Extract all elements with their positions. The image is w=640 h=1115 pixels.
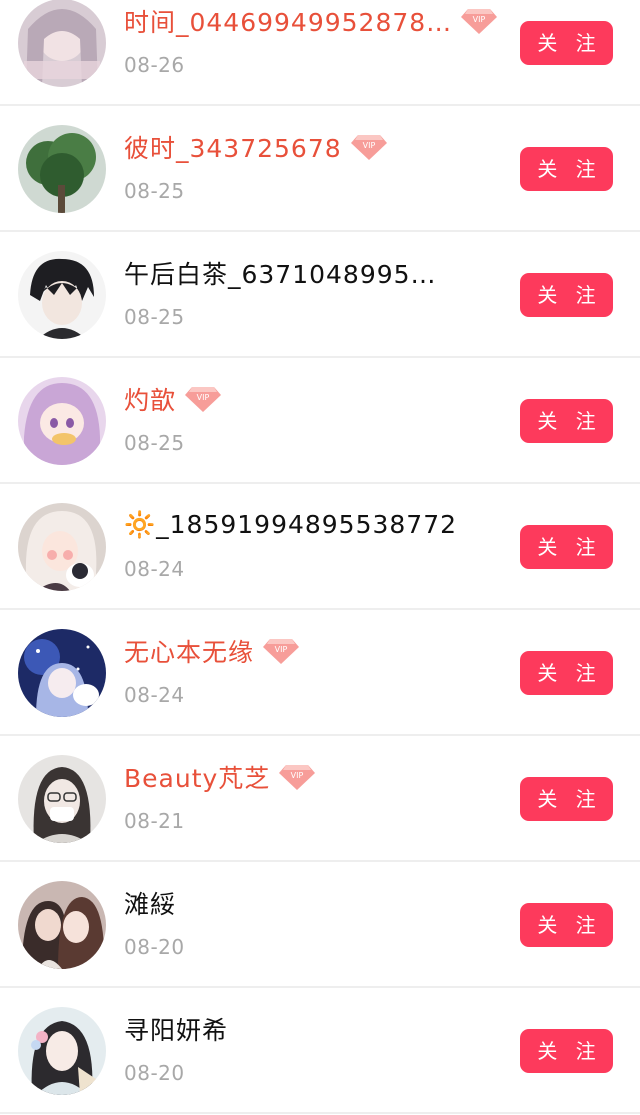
- user-name[interactable]: 滩綏: [124, 885, 176, 921]
- vip-badge-icon: VIP: [460, 6, 498, 36]
- name-line: 时间_04469949952878… VIP: [124, 1, 498, 41]
- svg-text:VIP: VIP: [197, 393, 210, 402]
- vip-badge-icon: VIP: [350, 132, 388, 162]
- user-row[interactable]: 无心本无缘 VIP 08-24 关 注: [0, 610, 640, 736]
- user-row[interactable]: 灼歆 VIP 08-25 关 注: [0, 358, 640, 484]
- name-line: 彼时_343725678 VIP: [124, 127, 388, 167]
- user-name[interactable]: 灼歆: [124, 381, 176, 417]
- follow-button[interactable]: 关 注: [520, 147, 613, 191]
- name-line: 寻阳妍希: [124, 1009, 228, 1049]
- follow-date: 08-25: [124, 431, 185, 455]
- vip-badge-icon: VIP: [262, 636, 300, 666]
- avatar[interactable]: [18, 755, 106, 843]
- svg-text:VIP: VIP: [275, 645, 288, 654]
- svg-text:VIP: VIP: [362, 141, 375, 150]
- follow-date: 08-20: [124, 935, 185, 959]
- user-row[interactable]: 滩綏 08-20 关 注: [0, 862, 640, 988]
- avatar[interactable]: [18, 629, 106, 717]
- follow-button[interactable]: 关 注: [520, 273, 613, 317]
- follow-button[interactable]: 关 注: [520, 399, 613, 443]
- name-line: 无心本无缘 VIP: [124, 631, 300, 671]
- follow-date: 08-26: [124, 53, 185, 77]
- follow-button[interactable]: 关 注: [520, 1029, 613, 1073]
- avatar[interactable]: [18, 503, 106, 591]
- follow-date: 08-24: [124, 683, 185, 707]
- svg-text:VIP: VIP: [291, 771, 304, 780]
- user-row[interactable]: Beauty芃芝 VIP 08-21 关 注: [0, 736, 640, 862]
- name-line: 灼歆 VIP: [124, 379, 222, 419]
- avatar[interactable]: [18, 125, 106, 213]
- follow-button[interactable]: 关 注: [520, 777, 613, 821]
- user-row[interactable]: 午后白茶_6371048995… 08-25 关 注: [0, 232, 640, 358]
- name-line: Beauty芃芝 VIP: [124, 757, 316, 797]
- user-row[interactable]: 彼时_343725678 VIP 08-25 关 注: [0, 106, 640, 232]
- avatar[interactable]: [18, 251, 106, 339]
- follow-button[interactable]: 关 注: [520, 651, 613, 695]
- user-row[interactable]: 寻阳妍希 08-20 关 注: [0, 988, 640, 1114]
- follow-button[interactable]: 关 注: [520, 21, 613, 65]
- vip-badge-icon: VIP: [184, 384, 222, 414]
- follow-date: 08-24: [124, 557, 185, 581]
- user-name[interactable]: 彼时_343725678: [124, 129, 342, 165]
- user-name[interactable]: Beauty芃芝: [124, 759, 270, 795]
- user-name[interactable]: 无心本无缘: [124, 633, 254, 669]
- follow-date: 08-25: [124, 179, 185, 203]
- user-row[interactable]: 时间_04469949952878… VIP 08-26 关 注: [0, 0, 640, 106]
- user-name[interactable]: 🔆_18591994895538772: [124, 510, 457, 540]
- follow-button[interactable]: 关 注: [520, 903, 613, 947]
- follow-date: 08-20: [124, 1061, 185, 1085]
- user-name[interactable]: 时间_04469949952878…: [124, 3, 452, 39]
- user-row[interactable]: 🔆_18591994895538772 08-24 关 注: [0, 484, 640, 610]
- follow-date: 08-25: [124, 305, 185, 329]
- user-name[interactable]: 午后白茶_6371048995…: [124, 255, 437, 291]
- svg-text:VIP: VIP: [473, 15, 486, 24]
- avatar[interactable]: [18, 377, 106, 465]
- name-line: 滩綏: [124, 883, 176, 923]
- vip-badge-icon: VIP: [278, 762, 316, 792]
- follow-date: 08-21: [124, 809, 185, 833]
- following-list: 时间_04469949952878… VIP 08-26 关 注 彼时_3437…: [0, 0, 640, 1114]
- avatar[interactable]: [18, 1007, 106, 1095]
- follow-button[interactable]: 关 注: [520, 525, 613, 569]
- user-name[interactable]: 寻阳妍希: [124, 1011, 228, 1047]
- name-line: 🔆_18591994895538772: [124, 505, 457, 545]
- avatar[interactable]: [18, 0, 106, 87]
- avatar[interactable]: [18, 881, 106, 969]
- name-line: 午后白茶_6371048995…: [124, 253, 437, 293]
